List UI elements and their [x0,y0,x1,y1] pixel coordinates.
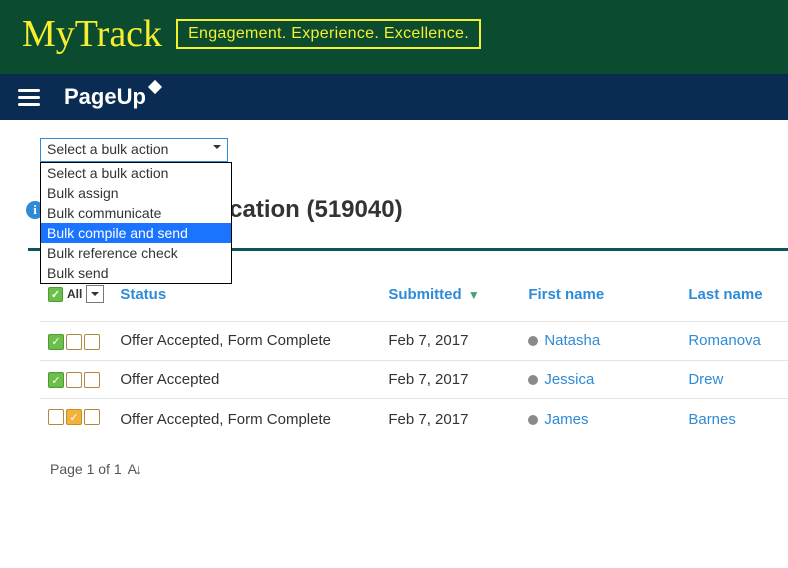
cell-submitted: Feb 7, 2017 [380,360,520,399]
bulk-action-option[interactable]: Bulk reference check [41,243,231,263]
main-content: Select a bulk action Select a bulk actio… [0,120,788,485]
last-name-link[interactable]: Drew [688,371,723,388]
select-all-label: All [67,287,82,301]
cell-status: Offer Accepted, Form Complete [112,399,380,440]
bulk-action-select[interactable]: Select a bulk action [40,138,228,162]
brand-header: MyTrack Engagement. Experience. Excellen… [0,0,788,74]
tagline-box: Engagement. Experience. Excellence. [176,19,481,49]
table-row: ✓ Offer AcceptedFeb 7, 2017 Jessica Drew [40,360,788,399]
cell-last-name: Drew [680,360,788,399]
cell-last-name: Romanova [680,322,788,361]
bulk-action-selected: Select a bulk action [47,141,168,157]
cell-last-name: Barnes [680,399,788,440]
bulk-action-option[interactable]: Bulk send [41,263,231,283]
green-checkbox[interactable]: ✓ [48,334,64,350]
status-dot-icon [528,375,538,385]
first-name-link[interactable]: Natasha [544,332,600,349]
status-dot-icon [528,336,538,346]
plain-checkbox[interactable] [48,409,64,425]
applications-table: ✓ All Status Submitted ▼ First name Last… [40,275,788,439]
pager: Page 1 of 1 A↓ [40,439,788,477]
row-check-set: ✓ [48,372,100,388]
status-dot-icon [528,415,538,425]
sort-desc-icon: ▼ [468,288,480,302]
menu-icon[interactable] [18,89,40,106]
pager-text: Page 1 of 1 [50,461,122,477]
cell-submitted: Feb 7, 2017 [380,322,520,361]
table-row: ✓ Offer Accepted, Form CompleteFeb 7, 201… [40,322,788,361]
cell-first-name: Natasha [520,322,680,361]
bulk-action-dropdown: Select a bulk actionBulk assignBulk comm… [40,162,232,284]
green-checkbox[interactable]: ✓ [48,372,64,388]
pageup-logo-text: PageUp [64,84,146,110]
plain-checkbox[interactable] [66,334,82,350]
app-navbar: PageUp [0,74,788,120]
bulk-action-wrapper: Select a bulk action Select a bulk actio… [40,138,228,162]
first-name-link[interactable]: Jessica [544,371,594,388]
row-check-set: ✓ [48,334,100,350]
brand-name: MyTrack [22,12,162,56]
cell-status: Offer Accepted, Form Complete [112,322,380,361]
column-last-name[interactable]: Last name [680,275,788,322]
select-all-checkbox[interactable]: ✓ [48,287,63,302]
cell-first-name: James [520,399,680,440]
row-check-set: ✓ [48,409,100,425]
cell-first-name: Jessica [520,360,680,399]
plain-checkbox[interactable] [66,372,82,388]
plain-checkbox[interactable] [84,372,100,388]
last-name-link[interactable]: Barnes [688,411,736,428]
first-name-link[interactable]: James [544,411,588,428]
bulk-action-option[interactable]: Bulk communicate [41,203,231,223]
bulk-action-option[interactable]: Bulk compile and send [41,223,231,243]
last-name-link[interactable]: Romanova [688,332,761,349]
sort-toggle-icon[interactable]: A↓ [128,461,140,477]
plain-checkbox[interactable] [84,334,100,350]
pageup-logo[interactable]: PageUp [64,84,160,110]
amber-checkbox[interactable]: ✓ [66,409,82,425]
bulk-action-option[interactable]: Select a bulk action [41,163,231,183]
table-row: ✓ Offer Accepted, Form CompleteFeb 7, 201… [40,399,788,440]
plain-checkbox[interactable] [84,409,100,425]
column-submitted[interactable]: Submitted ▼ [380,275,520,322]
bulk-action-option[interactable]: Bulk assign [41,183,231,203]
column-first-name[interactable]: First name [520,275,680,322]
tagline-text: Engagement. Experience. Excellence. [188,25,469,42]
diamond-icon [148,80,162,94]
cell-status: Offer Accepted [112,360,380,399]
select-all-menu[interactable] [86,285,104,303]
cell-submitted: Feb 7, 2017 [380,399,520,440]
